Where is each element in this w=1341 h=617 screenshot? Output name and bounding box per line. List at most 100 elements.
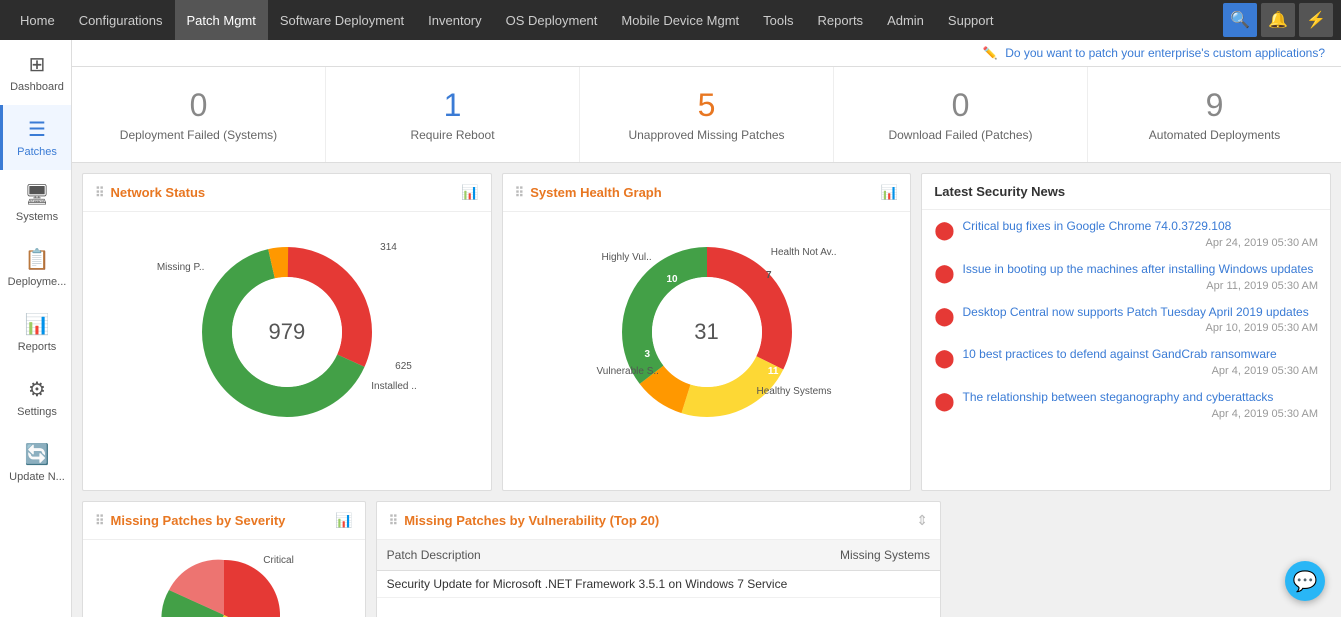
sidebar-item-dashboard[interactable]: ⊞ Dashboard <box>0 40 71 105</box>
network-count-installed: 625 <box>395 361 412 372</box>
system-health-chart: 31 Highly Vul.. Health Not Av.. Vulnerab… <box>503 212 911 452</box>
news-content: 10 best practices to defend against Gand… <box>963 346 1319 377</box>
network-label-missing: Missing P.. <box>157 262 205 273</box>
sidebar-item-deployments[interactable]: 📋 Deployme... <box>0 235 71 300</box>
stat-require-reboot[interactable]: 1 Require Reboot <box>326 67 580 162</box>
sidebar-label-update: Update N... <box>9 471 65 483</box>
security-news-title: Latest Security News <box>934 184 1065 199</box>
stat-number-require-reboot: 1 <box>336 87 569 124</box>
news-alert-icon: ⬤ <box>934 220 954 241</box>
drag-handle-severity: ⠿ <box>95 513 105 529</box>
missing-patches-vulnerability-header: ⠿ Missing Patches by Vulnerability (Top … <box>377 502 940 540</box>
nav-configurations[interactable]: Configurations <box>67 0 175 40</box>
drag-handle-health: ⠿ <box>515 185 525 201</box>
table-row[interactable]: Security Update for Microsoft .NET Frame… <box>377 571 940 598</box>
network-status-header: ⠿ Network Status 📊 <box>83 174 491 212</box>
stat-automated-deployments[interactable]: 9 Automated Deployments <box>1088 67 1341 162</box>
sidebar-item-reports[interactable]: 📊 Reports <box>0 300 71 365</box>
banner-link[interactable]: Do you want to patch your enterprise's c… <box>1005 46 1325 60</box>
news-content: Critical bug fixes in Google Chrome 74.0… <box>963 218 1319 249</box>
stat-number-download-failed: 0 <box>844 87 1077 124</box>
security-news-header: Latest Security News <box>922 174 1330 210</box>
settings-icon: ⚙ <box>28 377 46 402</box>
stat-label-require-reboot: Require Reboot <box>336 128 569 142</box>
news-date: Apr 4, 2019 05:30 AM <box>963 365 1319 377</box>
news-title: The relationship between steganography a… <box>963 389 1319 406</box>
system-health-title: ⠿ System Health Graph <box>515 185 662 201</box>
nav-support[interactable]: Support <box>936 0 1006 40</box>
chat-bubble[interactable]: 💬 <box>1285 561 1325 601</box>
nav-reports[interactable]: Reports <box>806 0 876 40</box>
chart-icon-network[interactable]: 📊 <box>461 184 478 201</box>
news-content: The relationship between steganography a… <box>963 389 1319 420</box>
nav-home[interactable]: Home <box>8 0 67 40</box>
news-date: Apr 11, 2019 05:30 AM <box>963 280 1319 292</box>
news-list[interactable]: ⬤ Critical bug fixes in Google Chrome 74… <box>922 210 1330 490</box>
nav-software-deployment[interactable]: Software Deployment <box>268 0 416 40</box>
sidebar-label-settings: Settings <box>17 406 57 418</box>
sidebar-item-patches[interactable]: ☰ Patches <box>0 105 71 170</box>
news-spacer <box>951 501 1331 617</box>
sidebar-label-patches: Patches <box>17 146 57 158</box>
system-health-panel: ⠿ System Health Graph 📊 <box>502 173 912 491</box>
notification-icon-btn[interactable]: 🔔 <box>1261 3 1295 37</box>
news-alert-icon: ⬤ <box>934 391 954 412</box>
news-item[interactable]: ⬤ Desktop Central now supports Patch Tue… <box>934 304 1318 335</box>
news-item[interactable]: ⬤ 10 best practices to defend against Ga… <box>934 346 1318 377</box>
nav-inventory[interactable]: Inventory <box>416 0 493 40</box>
stat-number-unapproved: 5 <box>590 87 823 124</box>
missing-patches-severity-title: ⠿ Missing Patches by Severity <box>95 513 285 529</box>
systems-icon: 🖥 <box>24 182 49 207</box>
news-date: Apr 10, 2019 05:30 AM <box>963 322 1319 334</box>
sidebar-item-update[interactable]: 🔄 Update N... <box>0 430 71 495</box>
lightning-icon-btn[interactable]: ⚡ <box>1299 3 1333 37</box>
missing-patches-vulnerability-title: ⠿ Missing Patches by Vulnerability (Top … <box>389 513 660 529</box>
network-status-chart: 979 Missing P.. Installed .. 314 625 <box>83 212 491 452</box>
news-content: Desktop Central now supports Patch Tuesd… <box>963 304 1319 335</box>
nav-os-deployment[interactable]: OS Deployment <box>494 0 610 40</box>
chart-icon-health[interactable]: 📊 <box>881 184 898 201</box>
nav-tools[interactable]: Tools <box>751 0 805 40</box>
missing-systems-cell <box>823 571 940 598</box>
health-val-7: 7 <box>766 270 772 281</box>
stat-label-deployment-failed: Deployment Failed (Systems) <box>82 128 315 142</box>
stat-number-deployment-failed: 0 <box>82 87 315 124</box>
vulnerability-table: Patch Description Missing Systems Securi… <box>377 540 940 598</box>
news-item[interactable]: ⬤ Issue in booting up the machines after… <box>934 261 1318 292</box>
missing-patches-vulnerability-panel: ⠿ Missing Patches by Vulnerability (Top … <box>376 501 941 617</box>
sidebar-label-reports: Reports <box>18 341 57 353</box>
health-label-health-not-av: Health Not Av.. <box>771 247 837 258</box>
severity-label-critical: Critical <box>263 555 294 566</box>
news-title: 10 best practices to defend against Gand… <box>963 346 1319 363</box>
search-icon-btn[interactable]: 🔍 <box>1223 3 1257 37</box>
news-alert-icon: ⬤ <box>934 348 954 369</box>
sidebar-item-settings[interactable]: ⚙ Settings <box>0 365 71 430</box>
stat-label-unapproved: Unapproved Missing Patches <box>590 128 823 142</box>
nav-admin[interactable]: Admin <box>875 0 936 40</box>
sidebar: ⊞ Dashboard ☰ Patches 🖥 Systems 📋 Deploy… <box>0 40 72 617</box>
drag-handle-network: ⠿ <box>95 185 105 201</box>
scroll-icon-vulnerability[interactable]: ⇕ <box>916 512 928 529</box>
stat-unapproved-missing[interactable]: 5 Unapproved Missing Patches <box>580 67 834 162</box>
vulnerability-table-container[interactable]: Patch Description Missing Systems Securi… <box>377 540 940 598</box>
news-title: Issue in booting up the machines after i… <box>963 261 1319 278</box>
news-date: Apr 24, 2019 05:30 AM <box>963 237 1319 249</box>
drag-handle-vulnerability: ⠿ <box>389 513 399 529</box>
sidebar-label-systems: Systems <box>16 211 58 223</box>
stat-deployment-failed[interactable]: 0 Deployment Failed (Systems) <box>72 67 326 162</box>
chart-icon-severity[interactable]: 📊 <box>335 512 352 529</box>
health-val-11: 11 <box>768 366 779 377</box>
stat-download-failed[interactable]: 0 Download Failed (Patches) <box>834 67 1088 162</box>
nav-mobile-device-mgmt[interactable]: Mobile Device Mgmt <box>609 0 751 40</box>
sidebar-item-systems[interactable]: 🖥 Systems <box>0 170 71 235</box>
banner: ✏️ Do you want to patch your enterprise'… <box>72 40 1341 67</box>
top-nav: Home Configurations Patch Mgmt Software … <box>0 0 1341 40</box>
nav-patch-mgmt[interactable]: Patch Mgmt <box>175 0 268 40</box>
network-status-title: ⠿ Network Status <box>95 185 205 201</box>
col-missing-systems: Missing Systems <box>823 540 940 571</box>
news-alert-icon: ⬤ <box>934 306 954 327</box>
news-item[interactable]: ⬤ Critical bug fixes in Google Chrome 74… <box>934 218 1318 249</box>
news-item[interactable]: ⬤ The relationship between steganography… <box>934 389 1318 420</box>
health-val-3: 3 <box>645 349 651 360</box>
sidebar-label-dashboard: Dashboard <box>10 81 64 93</box>
